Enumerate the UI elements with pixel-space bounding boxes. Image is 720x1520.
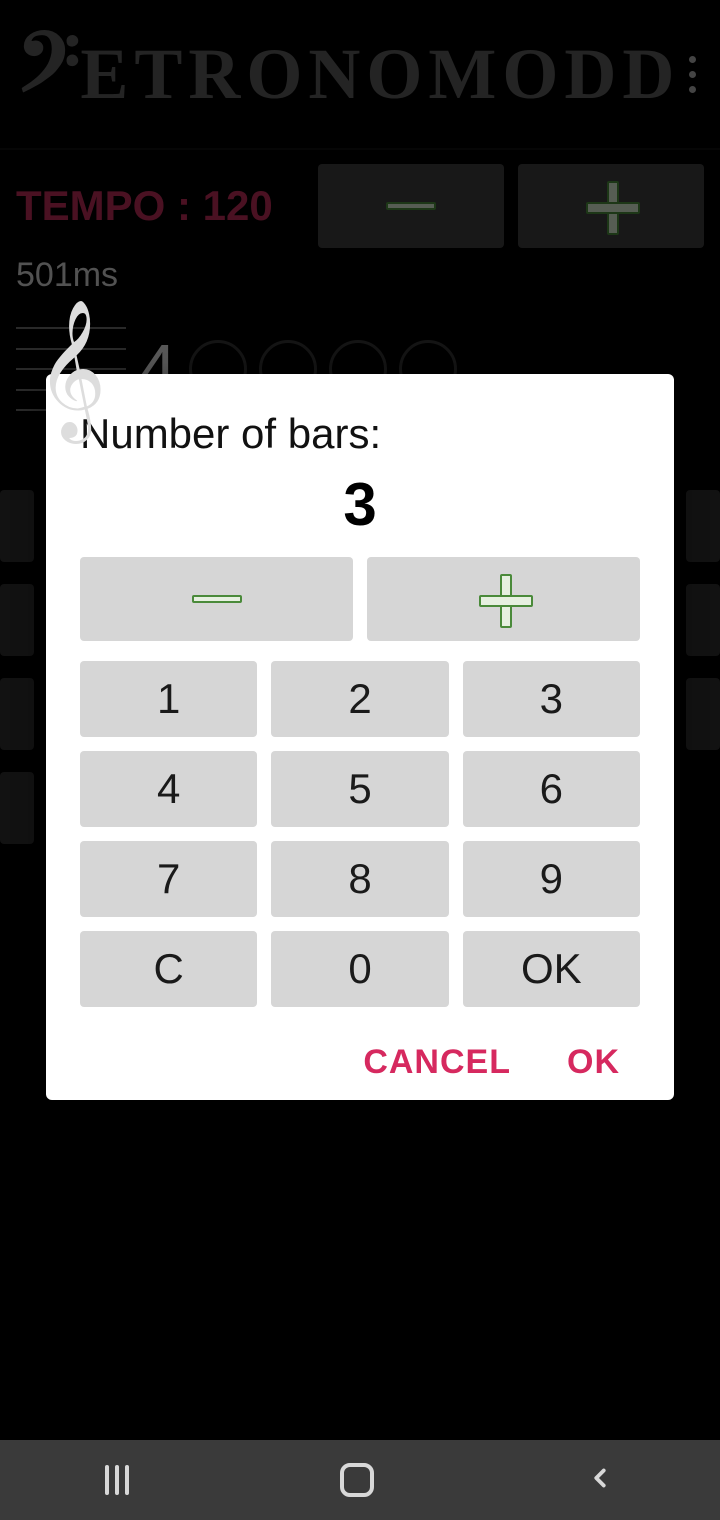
home-button[interactable] xyxy=(340,1463,374,1497)
key-9[interactable]: 9 xyxy=(463,841,640,917)
key-6[interactable]: 6 xyxy=(463,751,640,827)
plus-icon xyxy=(479,574,529,624)
dialog-value: 3 xyxy=(80,470,640,539)
key-ok[interactable]: OK xyxy=(463,931,640,1007)
key-5[interactable]: 5 xyxy=(271,751,448,827)
keypad: 1 2 3 4 5 6 7 8 9 C 0 OK xyxy=(80,661,640,1007)
number-of-bars-dialog: Number of bars: 3 1 2 3 4 5 6 7 8 9 C 0 … xyxy=(46,374,674,1100)
key-7[interactable]: 7 xyxy=(80,841,257,917)
key-4[interactable]: 4 xyxy=(80,751,257,827)
key-3[interactable]: 3 xyxy=(463,661,640,737)
modal-overlay: Number of bars: 3 1 2 3 4 5 6 7 8 9 C 0 … xyxy=(0,0,720,1520)
key-clear[interactable]: C xyxy=(80,931,257,1007)
key-8[interactable]: 8 xyxy=(271,841,448,917)
back-button[interactable] xyxy=(585,1463,615,1498)
minus-icon xyxy=(192,595,242,603)
ok-button[interactable]: OK xyxy=(567,1043,620,1082)
key-2[interactable]: 2 xyxy=(271,661,448,737)
system-navbar xyxy=(0,1440,720,1520)
bars-decrease-button[interactable] xyxy=(80,557,353,641)
treble-clef-icon: 𝄞 xyxy=(36,300,107,439)
key-1[interactable]: 1 xyxy=(80,661,257,737)
recents-button[interactable] xyxy=(105,1465,129,1495)
cancel-button[interactable]: CANCEL xyxy=(363,1043,511,1082)
bars-increase-button[interactable] xyxy=(367,557,640,641)
key-0[interactable]: 0 xyxy=(271,931,448,1007)
dialog-title: Number of bars: xyxy=(80,410,640,458)
